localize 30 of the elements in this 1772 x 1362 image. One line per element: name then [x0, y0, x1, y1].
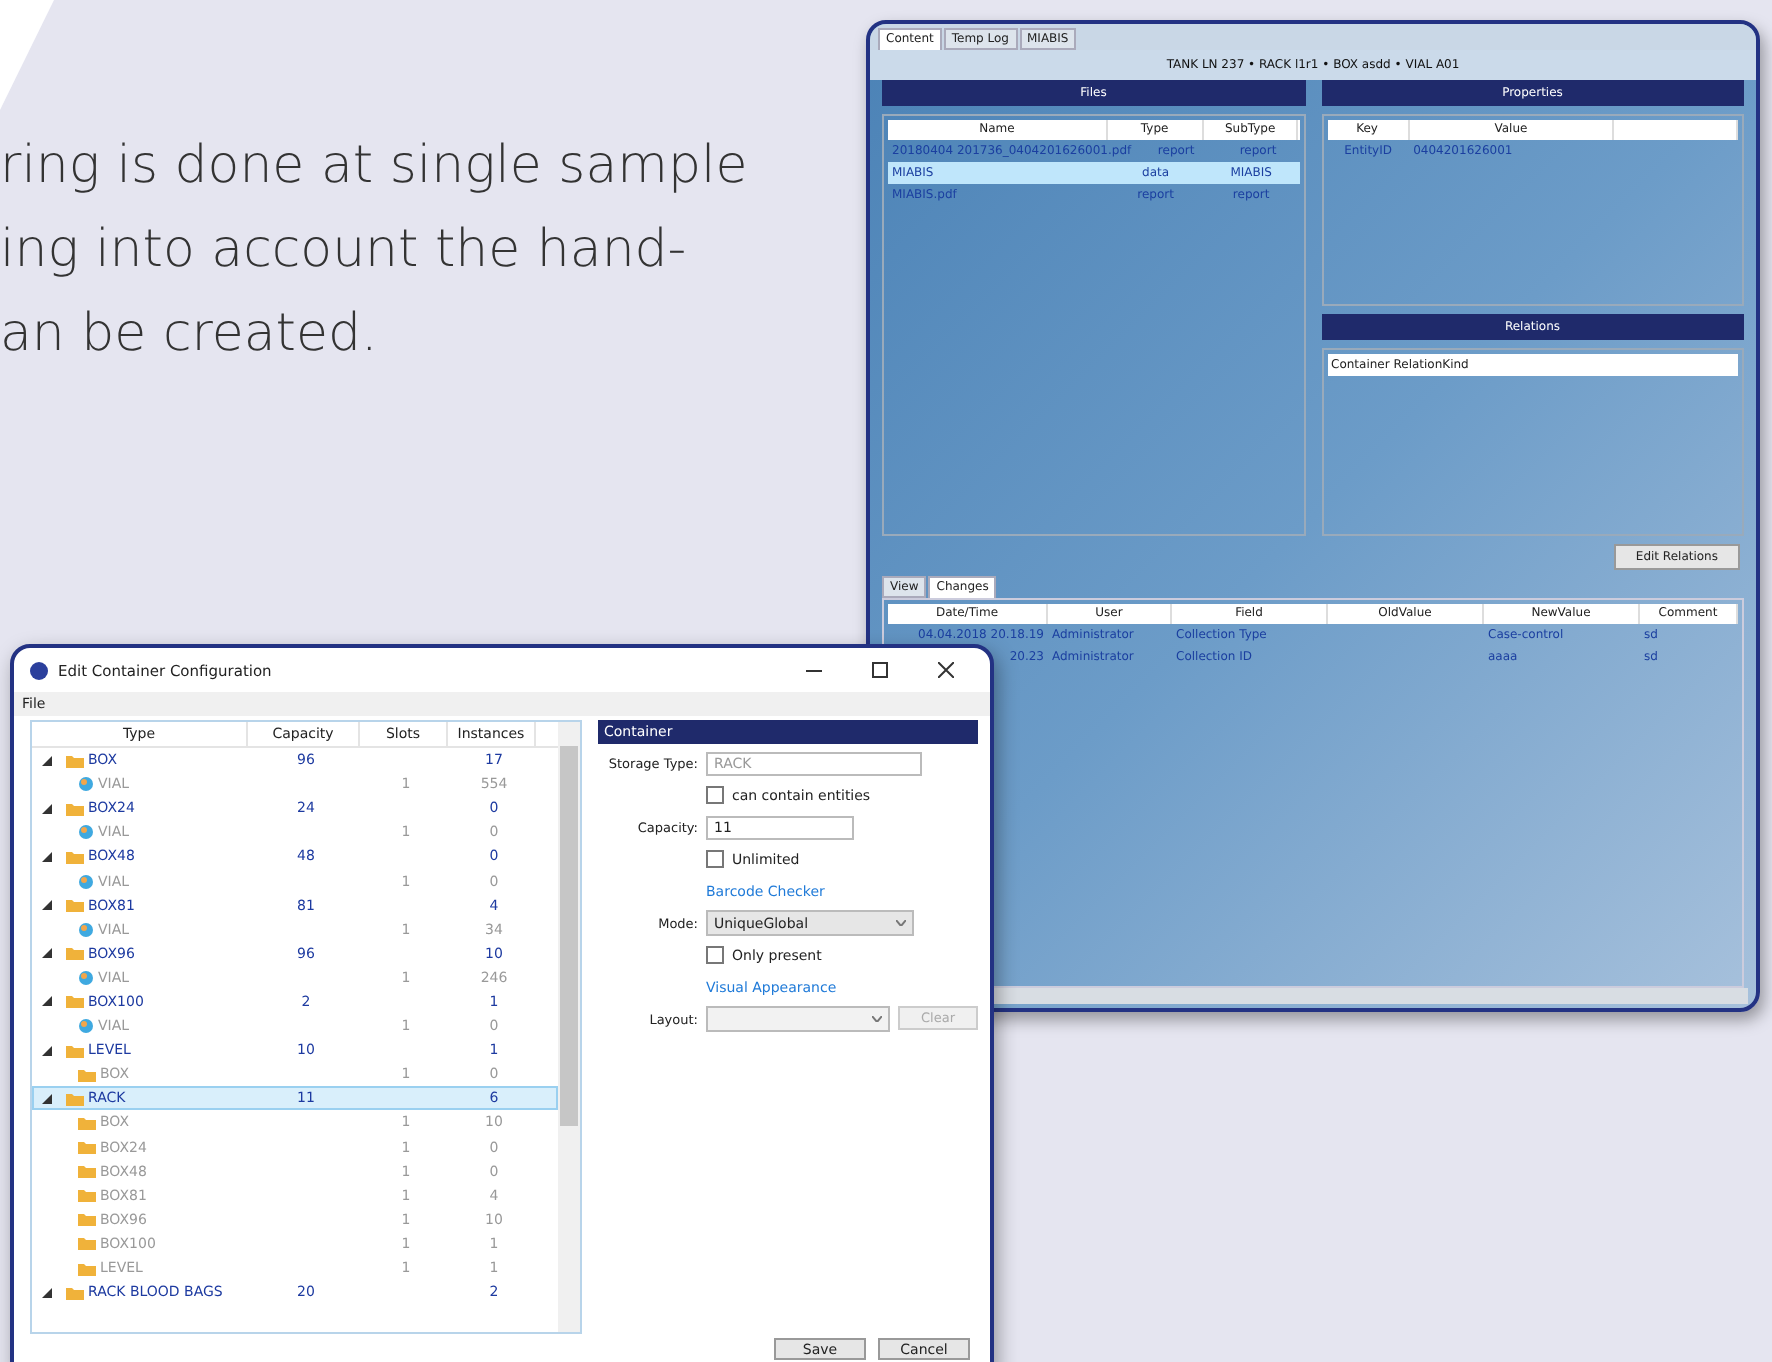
close-icon	[938, 662, 954, 678]
chevron-down-icon	[872, 1016, 882, 1022]
expand-caret-icon[interactable]	[42, 803, 52, 814]
expand-caret-icon[interactable]	[42, 996, 52, 1007]
sphere-icon	[78, 776, 94, 793]
vertical-scrollbar[interactable]	[558, 722, 580, 1332]
sphere-icon	[78, 824, 94, 841]
expand-caret-icon[interactable]	[42, 755, 52, 766]
expand-caret-icon[interactable]	[42, 1287, 52, 1298]
chevron-down-icon	[896, 920, 906, 926]
folder-icon	[66, 994, 84, 1009]
page-background-shape	[0, 0, 54, 110]
folder-icon	[66, 898, 84, 913]
sphere-icon	[78, 969, 94, 986]
sphere-icon	[78, 921, 94, 938]
folder-icon	[66, 946, 84, 961]
app-logo-icon	[30, 661, 48, 679]
maximize-icon	[872, 662, 888, 678]
folder-icon	[66, 801, 84, 816]
folder-icon	[66, 753, 84, 768]
expand-caret-icon[interactable]	[42, 948, 52, 959]
minimize-icon	[806, 669, 822, 671]
intro-paragraph: ring is done at single sample ing into account the hand- an be created.	[0, 134, 748, 368]
sphere-icon	[78, 1018, 94, 1035]
expand-caret-icon[interactable]	[42, 1045, 52, 1056]
sphere-icon	[78, 873, 94, 890]
folder-icon	[66, 849, 84, 864]
expand-caret-icon[interactable]	[42, 900, 52, 911]
expand-caret-icon[interactable]	[42, 851, 52, 862]
expand-caret-icon[interactable]	[42, 1093, 52, 1104]
